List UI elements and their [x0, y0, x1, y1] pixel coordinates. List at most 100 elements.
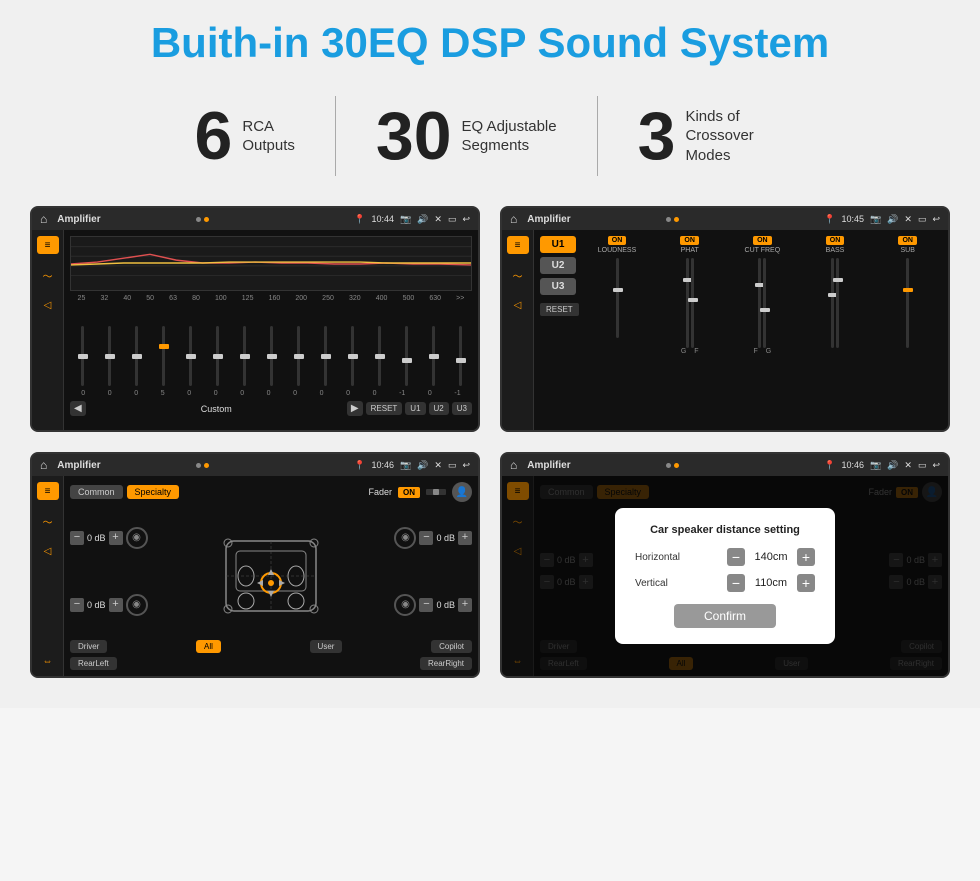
vertical-plus-btn[interactable]: +: [797, 574, 815, 592]
fader-phat-f[interactable]: [691, 258, 694, 348]
side-icon-speaker2[interactable]: ◁: [507, 296, 529, 314]
right-db-controls: ◉ − 0 dB + ◉ − 0 dB +: [394, 506, 472, 636]
side-icon-speaker3[interactable]: ◁: [37, 542, 59, 560]
label-phat: PHAT: [681, 247, 699, 254]
side-icon-eq[interactable]: ≡: [37, 236, 59, 254]
db-value-lb: 0 dB: [87, 600, 106, 610]
back-icon-1[interactable]: ↩: [462, 214, 470, 225]
tab-common[interactable]: Common: [70, 485, 123, 499]
eq-controls: ◀ Custom ▶ RESET U1 U2 U3: [70, 401, 472, 416]
back-icon-2[interactable]: ↩: [932, 214, 940, 225]
fader-phat-g[interactable]: [686, 258, 689, 348]
copilot-btn[interactable]: Copilot: [431, 640, 472, 653]
rect-icon-2: ▭: [918, 214, 927, 225]
rearleft-btn[interactable]: RearLeft: [70, 657, 117, 670]
fader-main-area: − 0 dB + ◉ − 0 dB + ◉: [70, 506, 472, 636]
camera-icon-3: 📷: [400, 460, 411, 471]
minus-btn-lt[interactable]: −: [70, 531, 84, 545]
fader-bass[interactable]: [831, 258, 834, 348]
eq-slider-2[interactable]: [97, 326, 121, 386]
screen2-body: ≡ 〜 ◁ U1 U2 U3 RESET: [502, 230, 948, 430]
reset-btn-amp[interactable]: RESET: [540, 303, 579, 316]
side-icon-eq3[interactable]: ≡: [37, 482, 59, 500]
fader-sub[interactable]: [906, 258, 909, 348]
home-icon-1[interactable]: ⌂: [40, 212, 47, 226]
back-icon-4[interactable]: ↩: [932, 460, 940, 471]
eq-slider-4[interactable]: [151, 326, 175, 386]
time-2: 10:45: [841, 214, 864, 224]
u1-btn-eq[interactable]: U1: [405, 402, 425, 415]
db-value-rt: 0 dB: [436, 533, 455, 543]
confirm-button[interactable]: Confirm: [674, 604, 776, 628]
fader-bass2[interactable]: [836, 258, 839, 348]
eq-slider-1[interactable]: [70, 326, 94, 386]
user-btn[interactable]: User: [310, 640, 343, 653]
plus-btn-lt[interactable]: +: [109, 531, 123, 545]
home-icon-4[interactable]: ⌂: [510, 458, 517, 472]
u3-btn[interactable]: U3: [540, 278, 576, 295]
side-icon-wave[interactable]: 〜: [37, 266, 59, 284]
fader-loudness[interactable]: [616, 258, 619, 338]
rearright-btn[interactable]: RearRight: [420, 657, 472, 670]
dot4: [674, 217, 679, 222]
on-badge-fader[interactable]: ON: [398, 487, 420, 498]
prev-preset-btn[interactable]: ◀: [70, 401, 86, 416]
time-3: 10:46: [371, 460, 394, 470]
u1-btn[interactable]: U1: [540, 236, 576, 253]
eq-slider-8[interactable]: [259, 326, 283, 386]
eq-slider-11[interactable]: [340, 326, 364, 386]
profile-icon-fader[interactable]: 👤: [452, 482, 472, 502]
u-buttons: U1 U2 U3 RESET: [540, 236, 579, 355]
plus-btn-rt[interactable]: +: [458, 531, 472, 545]
eq-slider-13[interactable]: [394, 326, 418, 386]
rect-icon-4: ▭: [918, 460, 927, 471]
u3-btn-eq[interactable]: U3: [452, 402, 472, 415]
dialog-overlay: Car speaker distance setting Horizontal …: [502, 476, 948, 676]
minus-btn-lb[interactable]: −: [70, 598, 84, 612]
side-icon-eq2[interactable]: ≡: [507, 236, 529, 254]
plus-btn-lb[interactable]: +: [109, 598, 123, 612]
home-icon-2[interactable]: ⌂: [510, 212, 517, 226]
vertical-minus-btn[interactable]: −: [727, 574, 745, 592]
eq-slider-14[interactable]: [421, 326, 445, 386]
minus-btn-rt[interactable]: −: [419, 531, 433, 545]
db-value-rb: 0 dB: [436, 600, 455, 610]
home-icon-3[interactable]: ⌂: [40, 458, 47, 472]
side-icon-wave3[interactable]: 〜: [37, 512, 59, 530]
horizontal-minus-btn[interactable]: −: [727, 548, 745, 566]
stats-row: 6 RCA Outputs 30 EQ Adjustable Segments …: [30, 96, 950, 176]
eq-slider-5[interactable]: [178, 326, 202, 386]
fader-cutfreq-g[interactable]: [763, 258, 766, 348]
eq-slider-9[interactable]: [286, 326, 310, 386]
eq-slider-7[interactable]: [232, 326, 256, 386]
stat-eq-number: 30: [376, 102, 452, 170]
u2-btn[interactable]: U2: [540, 257, 576, 274]
screen4-title: Amplifier: [527, 460, 660, 471]
fader-cutfreq-f[interactable]: [758, 258, 761, 348]
next-preset-btn[interactable]: ▶: [347, 401, 363, 416]
side-icon-speaker[interactable]: ◁: [37, 296, 59, 314]
screen-fader: ⌂ Amplifier 📍 10:46 📷 🔊 ✕ ▭ ↩ ≡ 〜: [30, 452, 480, 678]
eq-slider-10[interactable]: [313, 326, 337, 386]
back-icon-3[interactable]: ↩: [462, 460, 470, 471]
minus-btn-rb[interactable]: −: [419, 598, 433, 612]
side-icon-arrows3[interactable]: ⇔: [37, 652, 59, 670]
reset-btn-eq[interactable]: RESET: [366, 402, 403, 415]
label-bass: BASS: [826, 247, 845, 254]
eq-slider-12[interactable]: [367, 326, 391, 386]
dot5: [196, 463, 201, 468]
stat-rca: 6 RCA Outputs: [155, 102, 335, 170]
plus-btn-rb[interactable]: +: [458, 598, 472, 612]
driver-btn[interactable]: Driver: [70, 640, 107, 653]
tab-specialty[interactable]: Specialty: [127, 485, 180, 499]
all-btn[interactable]: All: [196, 640, 221, 653]
eq-slider-3[interactable]: [124, 326, 148, 386]
stat-crossover-text: Kinds of Crossover Modes: [685, 107, 785, 166]
side-icons-3: ≡ 〜 ◁ ⇔: [32, 476, 64, 676]
eq-slider-6[interactable]: [205, 326, 229, 386]
eq-slider-15[interactable]: [448, 326, 472, 386]
horizontal-plus-btn[interactable]: +: [797, 548, 815, 566]
stat-crossover-number: 3: [638, 102, 676, 170]
u2-btn-eq[interactable]: U2: [429, 402, 449, 415]
side-icon-wave2[interactable]: 〜: [507, 266, 529, 284]
